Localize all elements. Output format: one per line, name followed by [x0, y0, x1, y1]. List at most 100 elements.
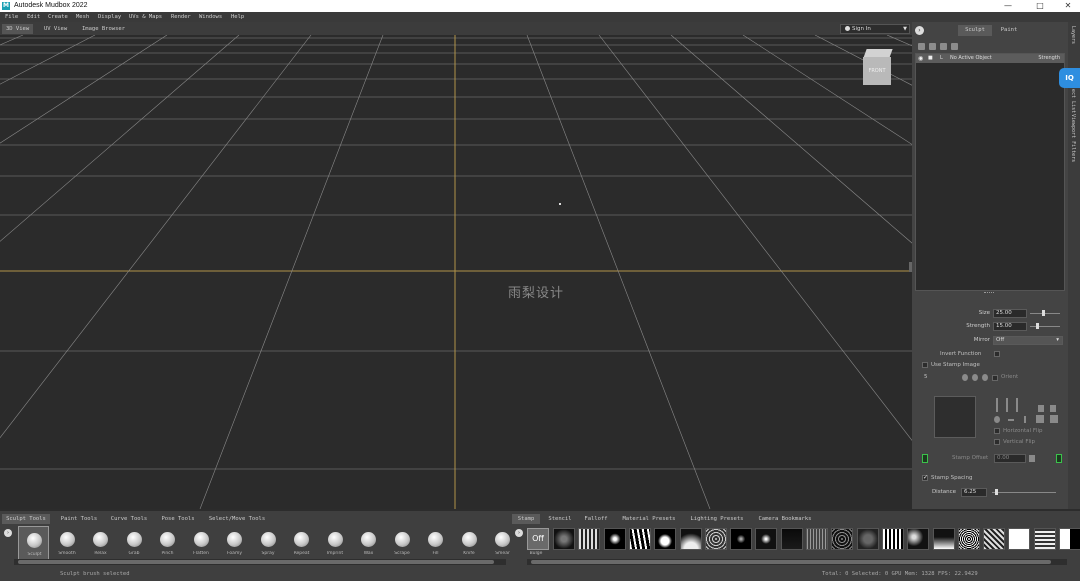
tool-imprint[interactable]: Imprint: [320, 526, 351, 560]
view-cube[interactable]: FRONT: [863, 49, 893, 85]
distance-slider-handle[interactable]: [995, 489, 998, 495]
collapse-arrow-icon[interactable]: ›: [915, 26, 924, 35]
stamp-thumbnail[interactable]: [806, 528, 828, 550]
tool-tray-arrow-icon[interactable]: ›: [4, 529, 12, 537]
distance-field[interactable]: 6.25: [961, 488, 987, 497]
edit-stamp-icon[interactable]: [1036, 415, 1044, 423]
merge-layer-icon[interactable]: [951, 43, 958, 50]
strength-slider[interactable]: [1030, 326, 1060, 327]
layers-list[interactable]: ◉ ■ L No Active Object Strength: [915, 53, 1065, 291]
stamp-thumbnail[interactable]: [679, 528, 702, 550]
tab-uv-view[interactable]: UV View: [40, 24, 71, 34]
size-slider[interactable]: [1030, 313, 1060, 314]
strength-slider-handle[interactable]: [1036, 323, 1039, 329]
stamp-thumbnail[interactable]: [780, 528, 803, 550]
use-stamp-image-checkbox[interactable]: [922, 362, 928, 368]
tab-stencil[interactable]: Stencil: [544, 514, 576, 524]
view-icon[interactable]: [972, 374, 978, 381]
stamp-thumbnail[interactable]: [1033, 528, 1056, 550]
orient-checkbox[interactable]: [992, 375, 998, 381]
stamp-thumbnail[interactable]: [1008, 528, 1031, 550]
tool-grab[interactable]: Grab: [119, 526, 150, 560]
vertical-icon[interactable]: [1024, 416, 1026, 423]
stamp-slider-3[interactable]: [1016, 398, 1018, 412]
tab-pose-tools[interactable]: Pose Tools: [156, 514, 200, 524]
stamp-thumbnail[interactable]: [755, 528, 778, 550]
horizontal-icon[interactable]: [1008, 419, 1014, 421]
stamp-option-icon[interactable]: [1038, 405, 1044, 412]
tab-falloff[interactable]: Falloff: [580, 514, 612, 524]
stamp-offset-left-button[interactable]: [922, 454, 928, 463]
tool-knife[interactable]: Knife: [454, 526, 485, 560]
tab-select-move-tools[interactable]: Select/Move Tools: [204, 514, 270, 524]
tab-sculpt[interactable]: Sculpt: [958, 25, 992, 36]
stamp-thumbnail[interactable]: [831, 528, 854, 550]
tool-smear[interactable]: Smear: [487, 526, 518, 560]
tool-tray-scroll-thumb[interactable]: [18, 560, 494, 564]
stamp-thumbnail[interactable]: [932, 528, 955, 550]
stamp-thumbnail[interactable]: [856, 528, 879, 550]
tool-sculpt[interactable]: Sculpt: [18, 526, 49, 560]
folder-icon[interactable]: [929, 43, 936, 50]
stamp-thumbnail[interactable]: [983, 528, 1006, 550]
stamp-thumbnail[interactable]: [553, 528, 575, 550]
hand-icon[interactable]: [1050, 415, 1058, 423]
close-button[interactable]: ✕: [1054, 0, 1080, 12]
rotate-stamp-icon[interactable]: [994, 416, 1000, 423]
menu-edit[interactable]: Edit: [27, 13, 40, 21]
stamp-thumbnail[interactable]: [578, 528, 601, 550]
tab-material-presets[interactable]: Material Presets: [618, 514, 680, 524]
menu-uvs-maps[interactable]: UVs & Maps: [129, 13, 162, 21]
stamp-thumbnail[interactable]: [603, 528, 626, 550]
tab-image-browser[interactable]: Image Browser: [78, 24, 129, 34]
stamp-thumbnail[interactable]: [628, 528, 651, 550]
tool-repeat[interactable]: Repeat: [286, 526, 317, 560]
panel-splitter-handle[interactable]: [984, 292, 994, 294]
tool-flatten[interactable]: Flatten: [186, 526, 217, 560]
stamp-thumbnail[interactable]: [704, 528, 727, 550]
stamp-thumbnail[interactable]: [654, 528, 677, 550]
stamp-preview[interactable]: [934, 396, 976, 438]
maximize-button[interactable]: □: [1026, 0, 1054, 12]
tool-spray[interactable]: Spray: [253, 526, 284, 560]
floating-badge[interactable]: IQ: [1059, 68, 1080, 88]
stamp-offset-right-button[interactable]: [1056, 454, 1062, 463]
stamp-off-button[interactable]: Off: [527, 528, 549, 550]
reset-icon[interactable]: [982, 374, 988, 381]
vertical-flip-checkbox[interactable]: [994, 439, 1000, 445]
tool-fill[interactable]: Fill: [420, 526, 451, 560]
stamp-thumbnail[interactable]: [881, 528, 904, 550]
stamp-option-icon-2[interactable]: [1050, 405, 1056, 412]
tool-smooth[interactable]: Smooth: [52, 526, 83, 560]
stamp-slider-1[interactable]: [996, 398, 998, 412]
distance-slider[interactable]: [992, 492, 1056, 493]
tool-relax[interactable]: Relax: [85, 526, 116, 560]
menu-display[interactable]: Display: [98, 13, 121, 21]
stamp-thumbnail[interactable]: [907, 528, 930, 550]
size-field[interactable]: 25.00: [993, 309, 1027, 318]
menu-file[interactable]: File: [5, 13, 18, 21]
tool-foamy[interactable]: Foamy: [219, 526, 250, 560]
tab-sculpt-tools[interactable]: Sculpt Tools: [2, 514, 50, 524]
stamp-spacing-checkbox[interactable]: [922, 474, 928, 481]
stamp-thumbnail[interactable]: [1059, 528, 1080, 550]
tab-paint-tools[interactable]: Paint Tools: [56, 514, 102, 524]
rotate-icon[interactable]: [962, 374, 968, 381]
minimize-button[interactable]: —: [994, 0, 1022, 12]
stamp-tray-arrow-icon[interactable]: ›: [515, 529, 523, 537]
sign-in-dropdown[interactable]: Sign In ▼: [840, 24, 910, 34]
delete-layer-icon[interactable]: [940, 43, 947, 50]
stamp-offset-field[interactable]: 0.00: [994, 454, 1026, 463]
menu-create[interactable]: Create: [48, 13, 68, 21]
layer-row[interactable]: ◉ ■ L No Active Object Strength: [916, 54, 1064, 63]
menu-help[interactable]: Help: [231, 13, 244, 21]
side-tab-viewport-filters[interactable]: Viewport Filters: [1070, 114, 1076, 162]
stamp-tray-scroll-thumb[interactable]: [531, 560, 1051, 564]
tool-scrape[interactable]: Scrape: [387, 526, 418, 560]
tool-wax[interactable]: Wax: [353, 526, 384, 560]
side-tab-layers[interactable]: Layers: [1070, 26, 1076, 44]
menu-windows[interactable]: Windows: [199, 13, 222, 21]
invert-function-checkbox[interactable]: [994, 351, 1000, 357]
stamp-offset-stepper[interactable]: [1029, 455, 1035, 462]
strength-field[interactable]: 15.00: [993, 322, 1027, 331]
